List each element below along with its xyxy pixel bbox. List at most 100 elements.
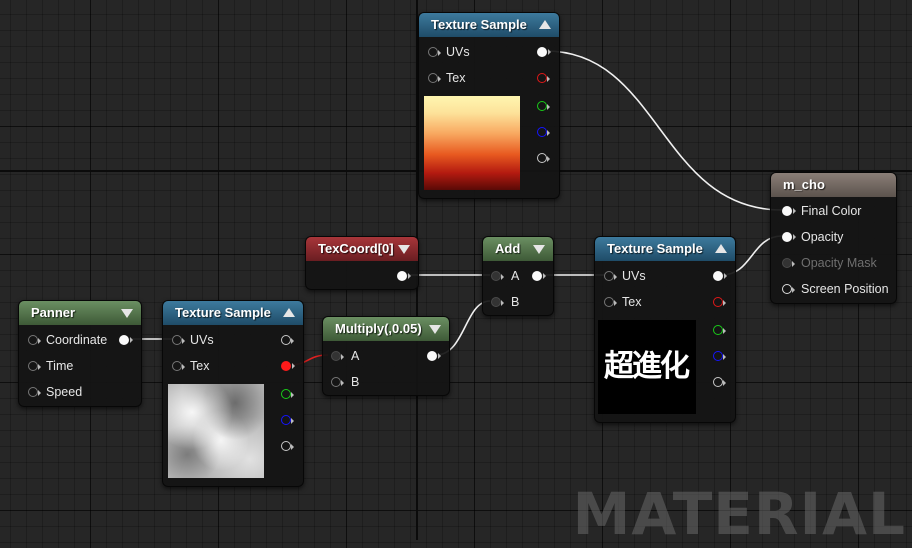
texture-preview-text: 超進化 [598, 320, 696, 414]
node-title: Multiply(,0.05) [335, 321, 422, 336]
pin-screen-position[interactable]: Screen Position [771, 279, 896, 299]
pin-b[interactable]: B [323, 372, 449, 392]
input-pin-icon[interactable] [604, 297, 617, 307]
node-header[interactable]: TexCoord[0] [306, 237, 418, 261]
panner-node[interactable]: Panner Coordinate Time Speed [18, 300, 142, 407]
pin-label: Opacity [801, 230, 844, 244]
add-node[interactable]: Add A B [482, 236, 554, 316]
input-pin-icon[interactable] [28, 387, 41, 397]
input-pin-icon[interactable] [782, 206, 796, 216]
pin-speed[interactable]: Speed [19, 382, 141, 402]
pin-label: UVs [446, 45, 470, 59]
pin-label: Time [46, 359, 74, 373]
node-header[interactable]: Panner [19, 301, 141, 325]
output-pin-green-icon[interactable] [537, 101, 550, 111]
pin-label: A [351, 349, 360, 363]
output-pin-red-icon[interactable] [713, 297, 726, 307]
pin-opacity-mask: Opacity Mask [771, 253, 896, 273]
input-pin-icon[interactable] [28, 335, 41, 345]
output-pin-icon[interactable] [427, 351, 441, 361]
collapse-arrow-icon[interactable] [539, 20, 551, 29]
pin-label: Final Color [801, 204, 862, 218]
pin-b[interactable]: B [483, 292, 553, 312]
pin-uvs[interactable]: UVs [419, 42, 559, 62]
wire-texture-top-to-final-color [545, 50, 783, 211]
output-pin-icon[interactable] [281, 335, 294, 345]
node-title: Texture Sample [175, 305, 271, 320]
pin-label: B [511, 295, 520, 309]
output-pin-alpha-icon[interactable] [537, 153, 550, 163]
pin-label: Tex [190, 359, 210, 373]
input-pin-icon[interactable] [428, 73, 441, 83]
collapse-arrow-icon[interactable] [429, 325, 441, 334]
collapse-arrow-icon[interactable] [398, 245, 410, 254]
pin-tex[interactable]: Tex [595, 292, 735, 312]
input-pin-disabled-icon [782, 258, 795, 268]
pin-uvs[interactable]: UVs [595, 266, 735, 286]
output-pin-icon[interactable] [713, 271, 727, 281]
output-pin-alpha-icon[interactable] [713, 377, 726, 387]
output-pin-icon[interactable] [119, 335, 133, 345]
node-header[interactable]: Add [483, 237, 553, 261]
node-header[interactable]: m_cho [771, 173, 896, 197]
node-title: TexCoord[0] [318, 241, 394, 256]
output-pin-blue-icon[interactable] [713, 351, 726, 361]
input-pin-icon[interactable] [172, 361, 185, 371]
pin-tex[interactable]: Tex [419, 68, 559, 88]
output-pin-green-icon[interactable] [713, 325, 726, 335]
pin-opacity[interactable]: Opacity [771, 227, 896, 247]
input-pin-icon[interactable] [331, 351, 344, 361]
pin-label: UVs [622, 269, 646, 283]
output-pin-alpha-icon[interactable] [281, 441, 294, 451]
collapse-arrow-icon[interactable] [715, 244, 727, 253]
pin-label: Speed [46, 385, 83, 399]
input-pin-icon[interactable] [28, 361, 41, 371]
texture-preview-clouds [168, 384, 264, 478]
pin-label: A [511, 269, 520, 283]
pin-final-color[interactable]: Final Color [771, 201, 896, 221]
output-pin-blue-icon[interactable] [281, 415, 294, 425]
node-header[interactable]: Texture Sample [595, 237, 735, 261]
node-title: Texture Sample [431, 17, 527, 32]
input-pin-icon[interactable] [172, 335, 185, 345]
pin-label: Opacity Mask [801, 256, 877, 270]
node-header[interactable]: Texture Sample [163, 301, 303, 325]
node-title: Panner [31, 305, 76, 320]
output-pin-blue-icon[interactable] [537, 127, 550, 137]
pin-a[interactable]: A [323, 346, 449, 366]
texcoord-node[interactable]: TexCoord[0] [305, 236, 419, 290]
input-pin-icon[interactable] [491, 297, 504, 307]
texture-sample-node-top[interactable]: Texture Sample UVs Tex [418, 12, 560, 199]
output-pin-icon[interactable] [537, 47, 551, 57]
input-pin-icon[interactable] [491, 271, 504, 281]
output-pin-icon[interactable] [397, 271, 411, 281]
pin-label: Tex [622, 295, 642, 309]
pin-label: Coordinate [46, 333, 108, 347]
node-header[interactable]: Texture Sample [419, 13, 559, 37]
input-pin-icon[interactable] [782, 232, 796, 242]
pin-coordinate[interactable]: Coordinate [19, 330, 141, 350]
input-pin-icon[interactable] [782, 284, 795, 294]
input-pin-icon[interactable] [428, 47, 441, 57]
multiply-node[interactable]: Multiply(,0.05) A B [322, 316, 450, 396]
collapse-arrow-icon[interactable] [533, 245, 545, 254]
pin-label: Tex [446, 71, 466, 85]
node-header[interactable]: Multiply(,0.05) [323, 317, 449, 341]
collapse-arrow-icon[interactable] [283, 308, 295, 317]
input-pin-icon[interactable] [604, 271, 617, 281]
texture-sample-node-left[interactable]: Texture Sample UVs Tex [162, 300, 304, 487]
texture-sample-node-mid[interactable]: Texture Sample UVs Tex 超進化 [594, 236, 736, 423]
output-pin-red-icon[interactable] [537, 73, 550, 83]
node-title: Texture Sample [607, 241, 703, 256]
collapse-arrow-icon[interactable] [121, 309, 133, 318]
pin-time[interactable]: Time [19, 356, 141, 376]
output-pin-icon[interactable] [532, 271, 546, 281]
pin-label: Screen Position [801, 282, 889, 296]
input-pin-icon[interactable] [331, 377, 344, 387]
material-result-node[interactable]: m_cho Final Color Opacity Opacity Mask S… [770, 172, 897, 304]
pin-tex[interactable]: Tex [163, 356, 303, 376]
output-pin-green-icon[interactable] [281, 389, 294, 399]
pin-a[interactable]: A [483, 266, 553, 286]
output-pin-red-icon[interactable] [281, 361, 295, 371]
pin-uvs[interactable]: UVs [163, 330, 303, 350]
